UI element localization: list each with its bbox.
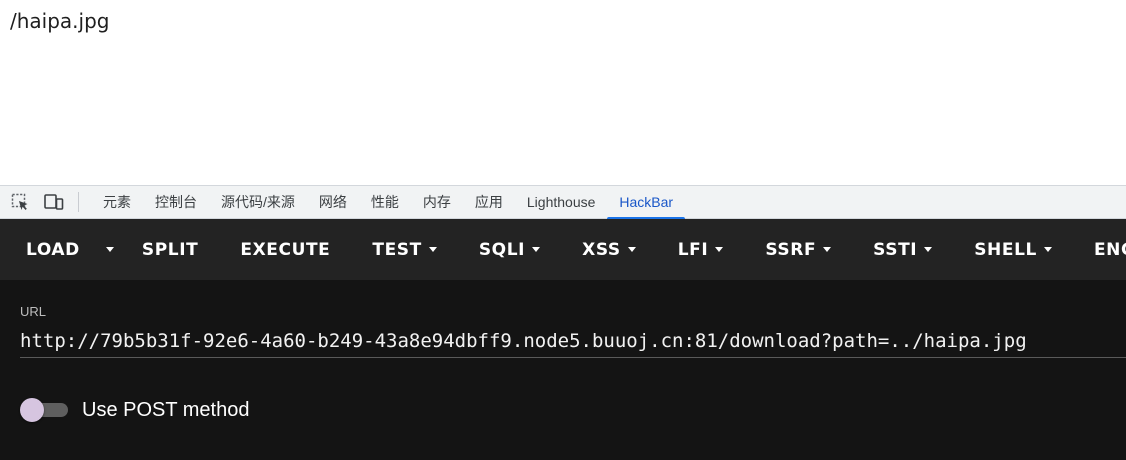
- toggle-thumb: [20, 398, 44, 422]
- url-field[interactable]: http://79b5b31f-92e6-4a60-b249-43a8e94db…: [20, 326, 1126, 358]
- post-method-row: Use POST method: [20, 396, 249, 424]
- tab-hackbar[interactable]: HackBar: [607, 186, 685, 220]
- tab-memory[interactable]: 内存: [411, 186, 463, 219]
- hackbar-toolbar: LOAD SPLIT EXECUTE TEST SQLI XSS LFI SSR…: [0, 219, 1126, 280]
- ssti-menu-label: SSTI: [873, 239, 918, 260]
- chevron-down-icon: [1043, 247, 1052, 252]
- tab-lighthouse[interactable]: Lighthouse: [515, 186, 608, 219]
- ssrf-menu-label: SSRF: [765, 239, 817, 260]
- lfi-menu-label: LFI: [677, 239, 709, 260]
- url-label: URL: [20, 304, 47, 319]
- execute-button[interactable]: EXECUTE: [240, 219, 330, 280]
- encoding-menu-label: ENCODING: [1093, 239, 1126, 260]
- lfi-menu-button[interactable]: LFI: [678, 219, 724, 280]
- test-menu-button[interactable]: TEST: [372, 219, 437, 280]
- chevron-down-icon: [627, 247, 636, 252]
- page-content: /haipa.jpg: [0, 0, 1126, 185]
- devtools-tabbar: 元素 控制台 源代码/来源 网络 性能 内存 应用 Lighthouse Hac…: [0, 185, 1126, 220]
- xss-menu-button[interactable]: XSS: [582, 219, 636, 280]
- hackbar-body: URL http://79b5b31f-92e6-4a60-b249-43a8e…: [0, 280, 1126, 460]
- execute-button-label: EXECUTE: [240, 239, 331, 260]
- tab-elements[interactable]: 元素: [91, 186, 143, 219]
- sqli-menu-button[interactable]: SQLI: [478, 219, 541, 280]
- ssti-menu-button[interactable]: SSTI: [873, 219, 933, 280]
- chevron-down-icon: [532, 247, 541, 252]
- chevron-down-icon: [924, 247, 933, 252]
- page-text: /haipa.jpg: [10, 9, 110, 33]
- load-dropdown-button[interactable]: [105, 219, 114, 280]
- tab-application[interactable]: 应用: [463, 186, 515, 219]
- load-button-label: LOAD: [26, 239, 80, 260]
- tab-sources[interactable]: 源代码/来源: [209, 186, 307, 219]
- post-method-label: Use POST method: [82, 398, 250, 421]
- post-method-toggle[interactable]: [20, 396, 68, 424]
- test-menu-label: TEST: [372, 239, 422, 260]
- split-button-label: SPLIT: [141, 239, 199, 260]
- sqli-menu-label: SQLI: [478, 239, 526, 260]
- inspect-element-icon[interactable]: [9, 191, 31, 213]
- ssrf-menu-button[interactable]: SSRF: [765, 219, 832, 280]
- tab-performance[interactable]: 性能: [359, 186, 411, 219]
- chevron-down-icon: [715, 247, 724, 252]
- split-button[interactable]: SPLIT: [142, 219, 198, 280]
- device-toolbar-icon[interactable]: [43, 191, 65, 213]
- chevron-down-icon: [105, 247, 114, 252]
- tabs-divider: [78, 192, 79, 212]
- shell-menu-button[interactable]: SHELL: [974, 219, 1052, 280]
- xss-menu-label: XSS: [582, 239, 621, 260]
- load-button[interactable]: LOAD: [26, 219, 80, 280]
- shell-menu-label: SHELL: [974, 239, 1037, 260]
- encoding-menu-button[interactable]: ENCODING: [1094, 219, 1126, 280]
- chevron-down-icon: [428, 247, 437, 252]
- tab-network[interactable]: 网络: [307, 186, 359, 219]
- chevron-down-icon: [823, 247, 832, 252]
- tab-console[interactable]: 控制台: [143, 186, 209, 219]
